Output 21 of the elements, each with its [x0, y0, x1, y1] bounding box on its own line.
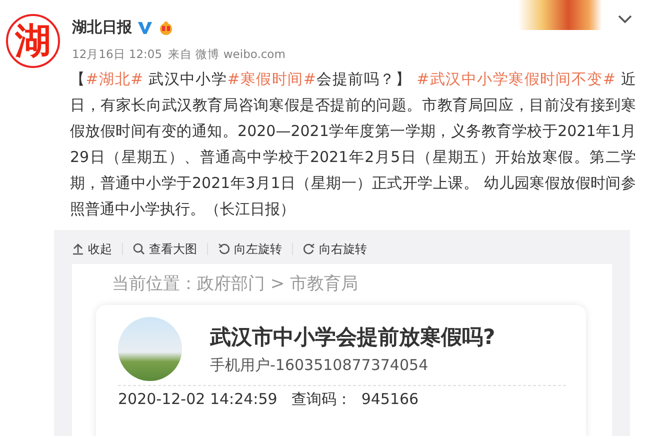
message-date: 2020-12-02 14:24:59 [118, 390, 278, 408]
toolbar-link[interactable]: 向左旋转 [234, 240, 282, 258]
rotate-right-icon [303, 243, 315, 255]
post-time[interactable]: 12月16日 12:05 [72, 47, 162, 62]
search-icon [133, 243, 145, 255]
breadcrumb: 当前位置：政府部门 > 市教育局 [112, 273, 360, 295]
upload-arrow-icon [72, 243, 84, 255]
message-title: 武汉市中小学会提前放寒假吗? [210, 324, 496, 351]
post-text: 【#湖北# 武汉中小学#寒假时间#会提前吗？】 #武汉中小学寒假时间不变# 近日，有家长向武汉教育局咨询寒假是否提前的问题。市教育局回应，目前没有接到寒假放假时间有变的通知。2020—2021学年度第一学期，义务教育学校于2021年1月29日（星期五）、普通高中学校于2021年2月5日（星期五）开始放寒假。第二学期，普通中小学于2021年3月1日（星期一）正式开学上课。 幼儿园寒假放假时间参照普通中小学执行。（长江日报） [70, 69, 636, 220]
toolbar-link[interactable]: 向右旋转 [319, 240, 367, 258]
avatar-logo[interactable]: 湖 [6, 14, 60, 68]
author-name[interactable]: 湖北日报 [72, 18, 132, 37]
query-code: 945166 [361, 390, 419, 408]
chevron-down-icon[interactable] [618, 15, 632, 24]
rotate-left-icon [218, 243, 230, 255]
toolbar-link[interactable]: 收起 [88, 240, 112, 258]
toolbar-link[interactable]: 查看大图 [149, 240, 197, 258]
query-code-label: 查询码： [291, 390, 352, 408]
post-source: 来自 微博 weibo.com [168, 47, 286, 62]
badge-icon [158, 20, 174, 34]
message-user: 手机用户-1603510877374054 [210, 356, 430, 375]
